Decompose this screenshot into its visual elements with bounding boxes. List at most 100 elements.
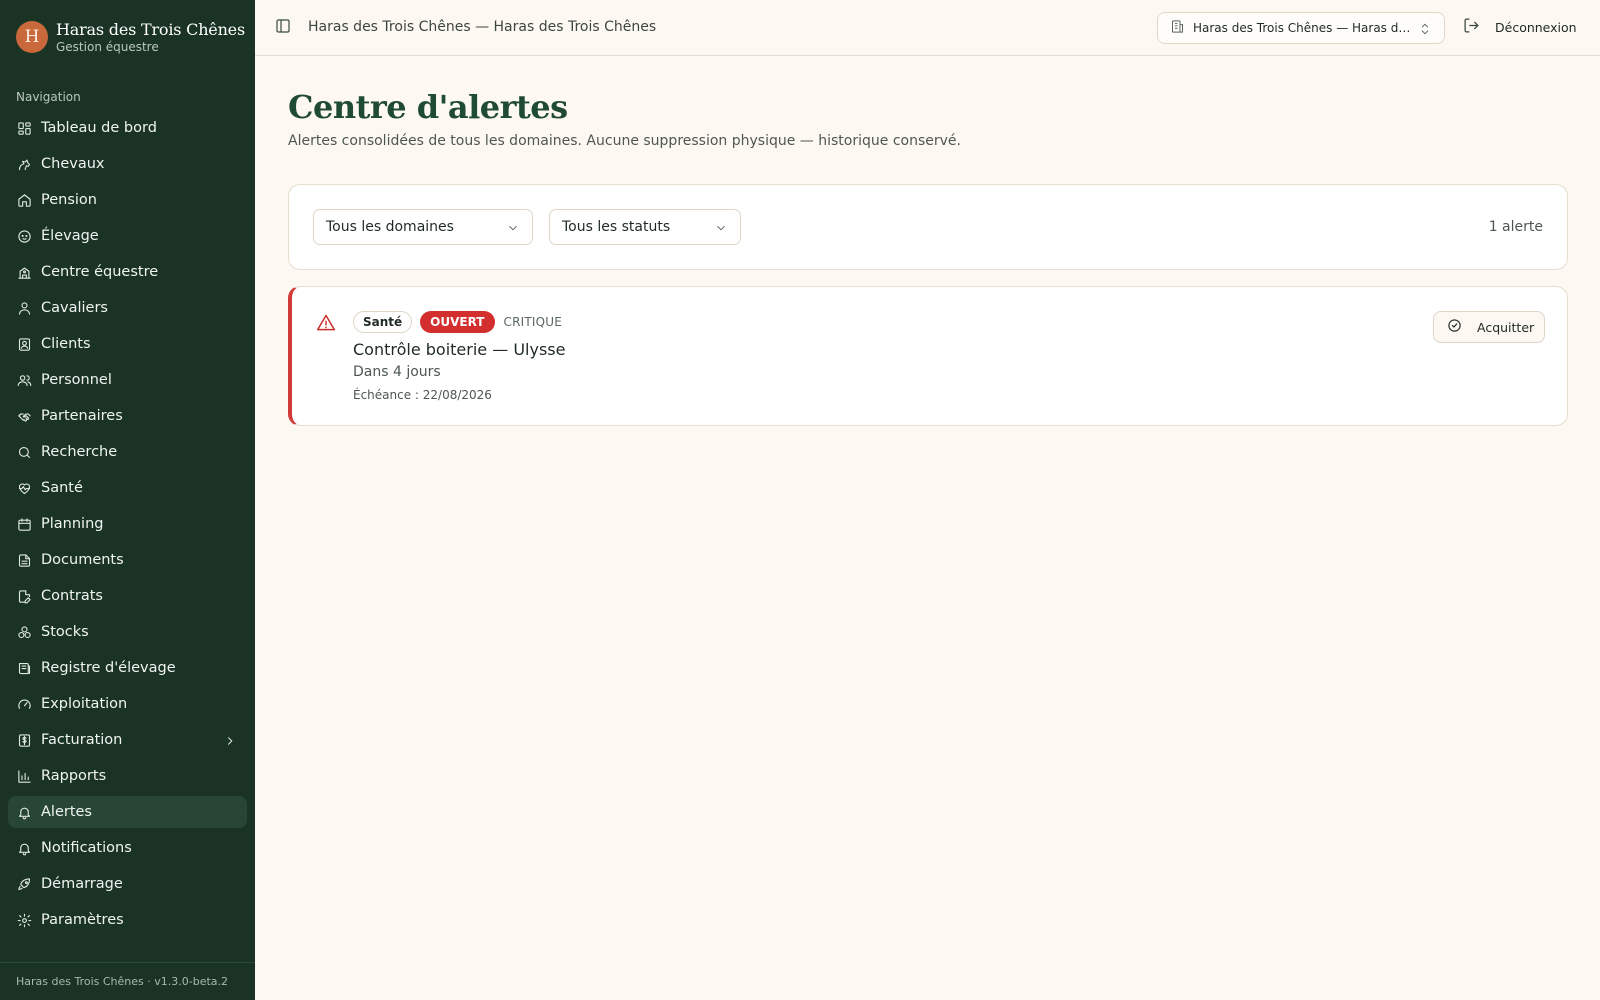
sidebar-item-rapports[interactable]: Rapports <box>8 760 247 792</box>
logout-icon <box>1463 17 1480 38</box>
sidebar-item-label: Cavaliers <box>41 300 108 316</box>
sidebar-item-partenaires[interactable]: Partenaires <box>8 400 247 432</box>
bell-icon <box>17 841 32 856</box>
organization-select[interactable]: Haras des Trois Chênes — Haras de... <box>1157 12 1445 44</box>
sidebar-item-label: Exploitation <box>41 696 128 712</box>
sidebar-item-label: Paramètres <box>41 912 124 928</box>
sidebar: H Haras des Trois Chênes Gestion équestr… <box>0 0 255 1000</box>
sidebar-item-label: Planning <box>41 516 104 532</box>
boxes-icon <box>17 625 32 640</box>
page-title: Centre d'alertes <box>288 88 568 126</box>
chevron-right-icon[interactable] <box>223 733 237 747</box>
brand-subtitle: Gestion équestre <box>56 39 159 54</box>
sidebar-item-alertes[interactable]: Alertes <box>8 796 247 828</box>
status-filter-select[interactable]: Tous les statuts <box>549 209 741 245</box>
acknowledge-label: Acquitter <box>1477 319 1535 335</box>
sidebar-item-label: Recherche <box>41 444 118 460</box>
alert-due-date: Échéance : 22/08/2026 <box>353 388 492 402</box>
contact-icon <box>17 337 32 352</box>
brand-name: Haras des Trois Chênes <box>56 19 245 39</box>
breadcrumb: Haras des Trois Chênes — Haras des Trois… <box>308 19 657 35</box>
sidebar-item-elevage[interactable]: Élevage <box>8 220 247 252</box>
file-signature-icon <box>17 589 32 604</box>
sidebar-item-cavaliers[interactable]: Cavaliers <box>8 292 247 324</box>
domain-filter-value: Tous les domaines <box>326 219 454 235</box>
calendar-icon <box>17 517 32 532</box>
logout-label: Déconnexion <box>1495 20 1577 35</box>
brand-logo: H <box>16 21 48 53</box>
acknowledge-button[interactable]: Acquitter <box>1433 311 1545 343</box>
receipt-icon <box>17 733 32 748</box>
sidebar-item-facturation[interactable]: Facturation <box>8 724 247 756</box>
sidebar-item-sante[interactable]: Santé <box>8 472 247 504</box>
sidebar-item-label: Alertes <box>41 804 92 820</box>
topbar: Haras des Trois Chênes — Haras des Trois… <box>255 0 1600 56</box>
sidebar-item-stocks[interactable]: Stocks <box>8 616 247 648</box>
status-filter-value: Tous les statuts <box>562 219 671 235</box>
sidebar-item-demarrage[interactable]: Démarrage <box>8 868 247 900</box>
horse-icon <box>17 157 32 172</box>
sidebar-item-exploitation[interactable]: Exploitation <box>8 688 247 720</box>
sidebar-item-planning[interactable]: Planning <box>8 508 247 540</box>
sidebar-item-label: Santé <box>41 480 83 496</box>
sidebar-item-registre-elevage[interactable]: Registre d'élevage <box>8 652 247 684</box>
status-badge: OUVERT <box>420 311 495 333</box>
sidebar-item-label: Partenaires <box>41 408 123 424</box>
sidebar-item-label: Documents <box>41 552 124 568</box>
sidebar-item-label: Clients <box>41 336 91 352</box>
check-circle-icon <box>1447 318 1462 337</box>
alert-title: Contrôle boiterie — Ulysse <box>353 340 566 359</box>
home-icon <box>17 193 32 208</box>
chevron-down-icon <box>506 220 520 239</box>
sidebar-item-parametres[interactable]: Paramètres <box>8 904 247 936</box>
sidebar-item-notifications[interactable]: Notifications <box>8 832 247 864</box>
sidebar-item-chevaux[interactable]: Chevaux <box>8 148 247 180</box>
sidebar-toggle-icon[interactable] <box>275 18 295 38</box>
school-icon <box>17 265 32 280</box>
sidebar-item-documents[interactable]: Documents <box>8 544 247 576</box>
sidebar-item-centre-equestre[interactable]: Centre équestre <box>8 256 247 288</box>
sidebar-item-label: Facturation <box>41 732 123 748</box>
dashboard-icon <box>17 121 32 136</box>
chevrons-up-down-icon <box>1418 21 1432 40</box>
heart-pulse-icon <box>17 481 32 496</box>
domain-filter-select[interactable]: Tous les domaines <box>313 209 533 245</box>
alert-badges: Santé OUVERT CRITIQUE <box>353 311 562 333</box>
sidebar-item-label: Rapports <box>41 768 107 784</box>
sidebar-item-label: Centre équestre <box>41 264 159 280</box>
search-icon <box>17 445 32 460</box>
sidebar-item-clients[interactable]: Clients <box>8 328 247 360</box>
gauge-icon <box>17 697 32 712</box>
bar-chart-icon <box>17 769 32 784</box>
sidebar-item-label: Élevage <box>41 228 99 244</box>
sidebar-nav: Tableau de bord Chevaux Pension Élevage … <box>8 112 247 940</box>
sidebar-item-pension[interactable]: Pension <box>8 184 247 216</box>
building-icon <box>1170 19 1185 38</box>
alert-relative-due: Dans 4 jours <box>353 364 441 380</box>
users-icon <box>17 373 32 388</box>
brand[interactable]: H Haras des Trois Chênes Gestion équestr… <box>16 21 245 53</box>
book-icon <box>17 661 32 676</box>
sidebar-item-label: Personnel <box>41 372 112 388</box>
organization-select-label: Haras des Trois Chênes — Haras de... <box>1193 21 1413 35</box>
alert-count: 1 alerte <box>1488 219 1543 235</box>
file-text-icon <box>17 553 32 568</box>
bell-icon <box>17 805 32 820</box>
domain-badge: Santé <box>353 311 413 333</box>
sidebar-item-label: Stocks <box>41 624 89 640</box>
sidebar-item-label: Pension <box>41 192 97 208</box>
sidebar-item-personnel[interactable]: Personnel <box>8 364 247 396</box>
sidebar-item-label: Contrats <box>41 588 103 604</box>
sidebar-item-tableau-de-bord[interactable]: Tableau de bord <box>8 112 247 144</box>
sidebar-item-label: Chevaux <box>41 156 105 172</box>
sidebar-item-contrats[interactable]: Contrats <box>8 580 247 612</box>
sidebar-item-recherche[interactable]: Recherche <box>8 436 247 468</box>
nav-heading: Navigation <box>16 90 81 104</box>
sidebar-footer: Haras des Trois Chênes · v1.3.0-beta.2 <box>0 962 255 1000</box>
rocket-icon <box>17 877 32 892</box>
gear-icon <box>17 913 32 928</box>
chevron-down-icon <box>714 220 728 239</box>
sidebar-item-label: Notifications <box>41 840 132 856</box>
logout-button[interactable]: Déconnexion <box>1463 17 1577 38</box>
filter-bar: Tous les domaines Tous les statuts 1 ale… <box>288 184 1568 270</box>
